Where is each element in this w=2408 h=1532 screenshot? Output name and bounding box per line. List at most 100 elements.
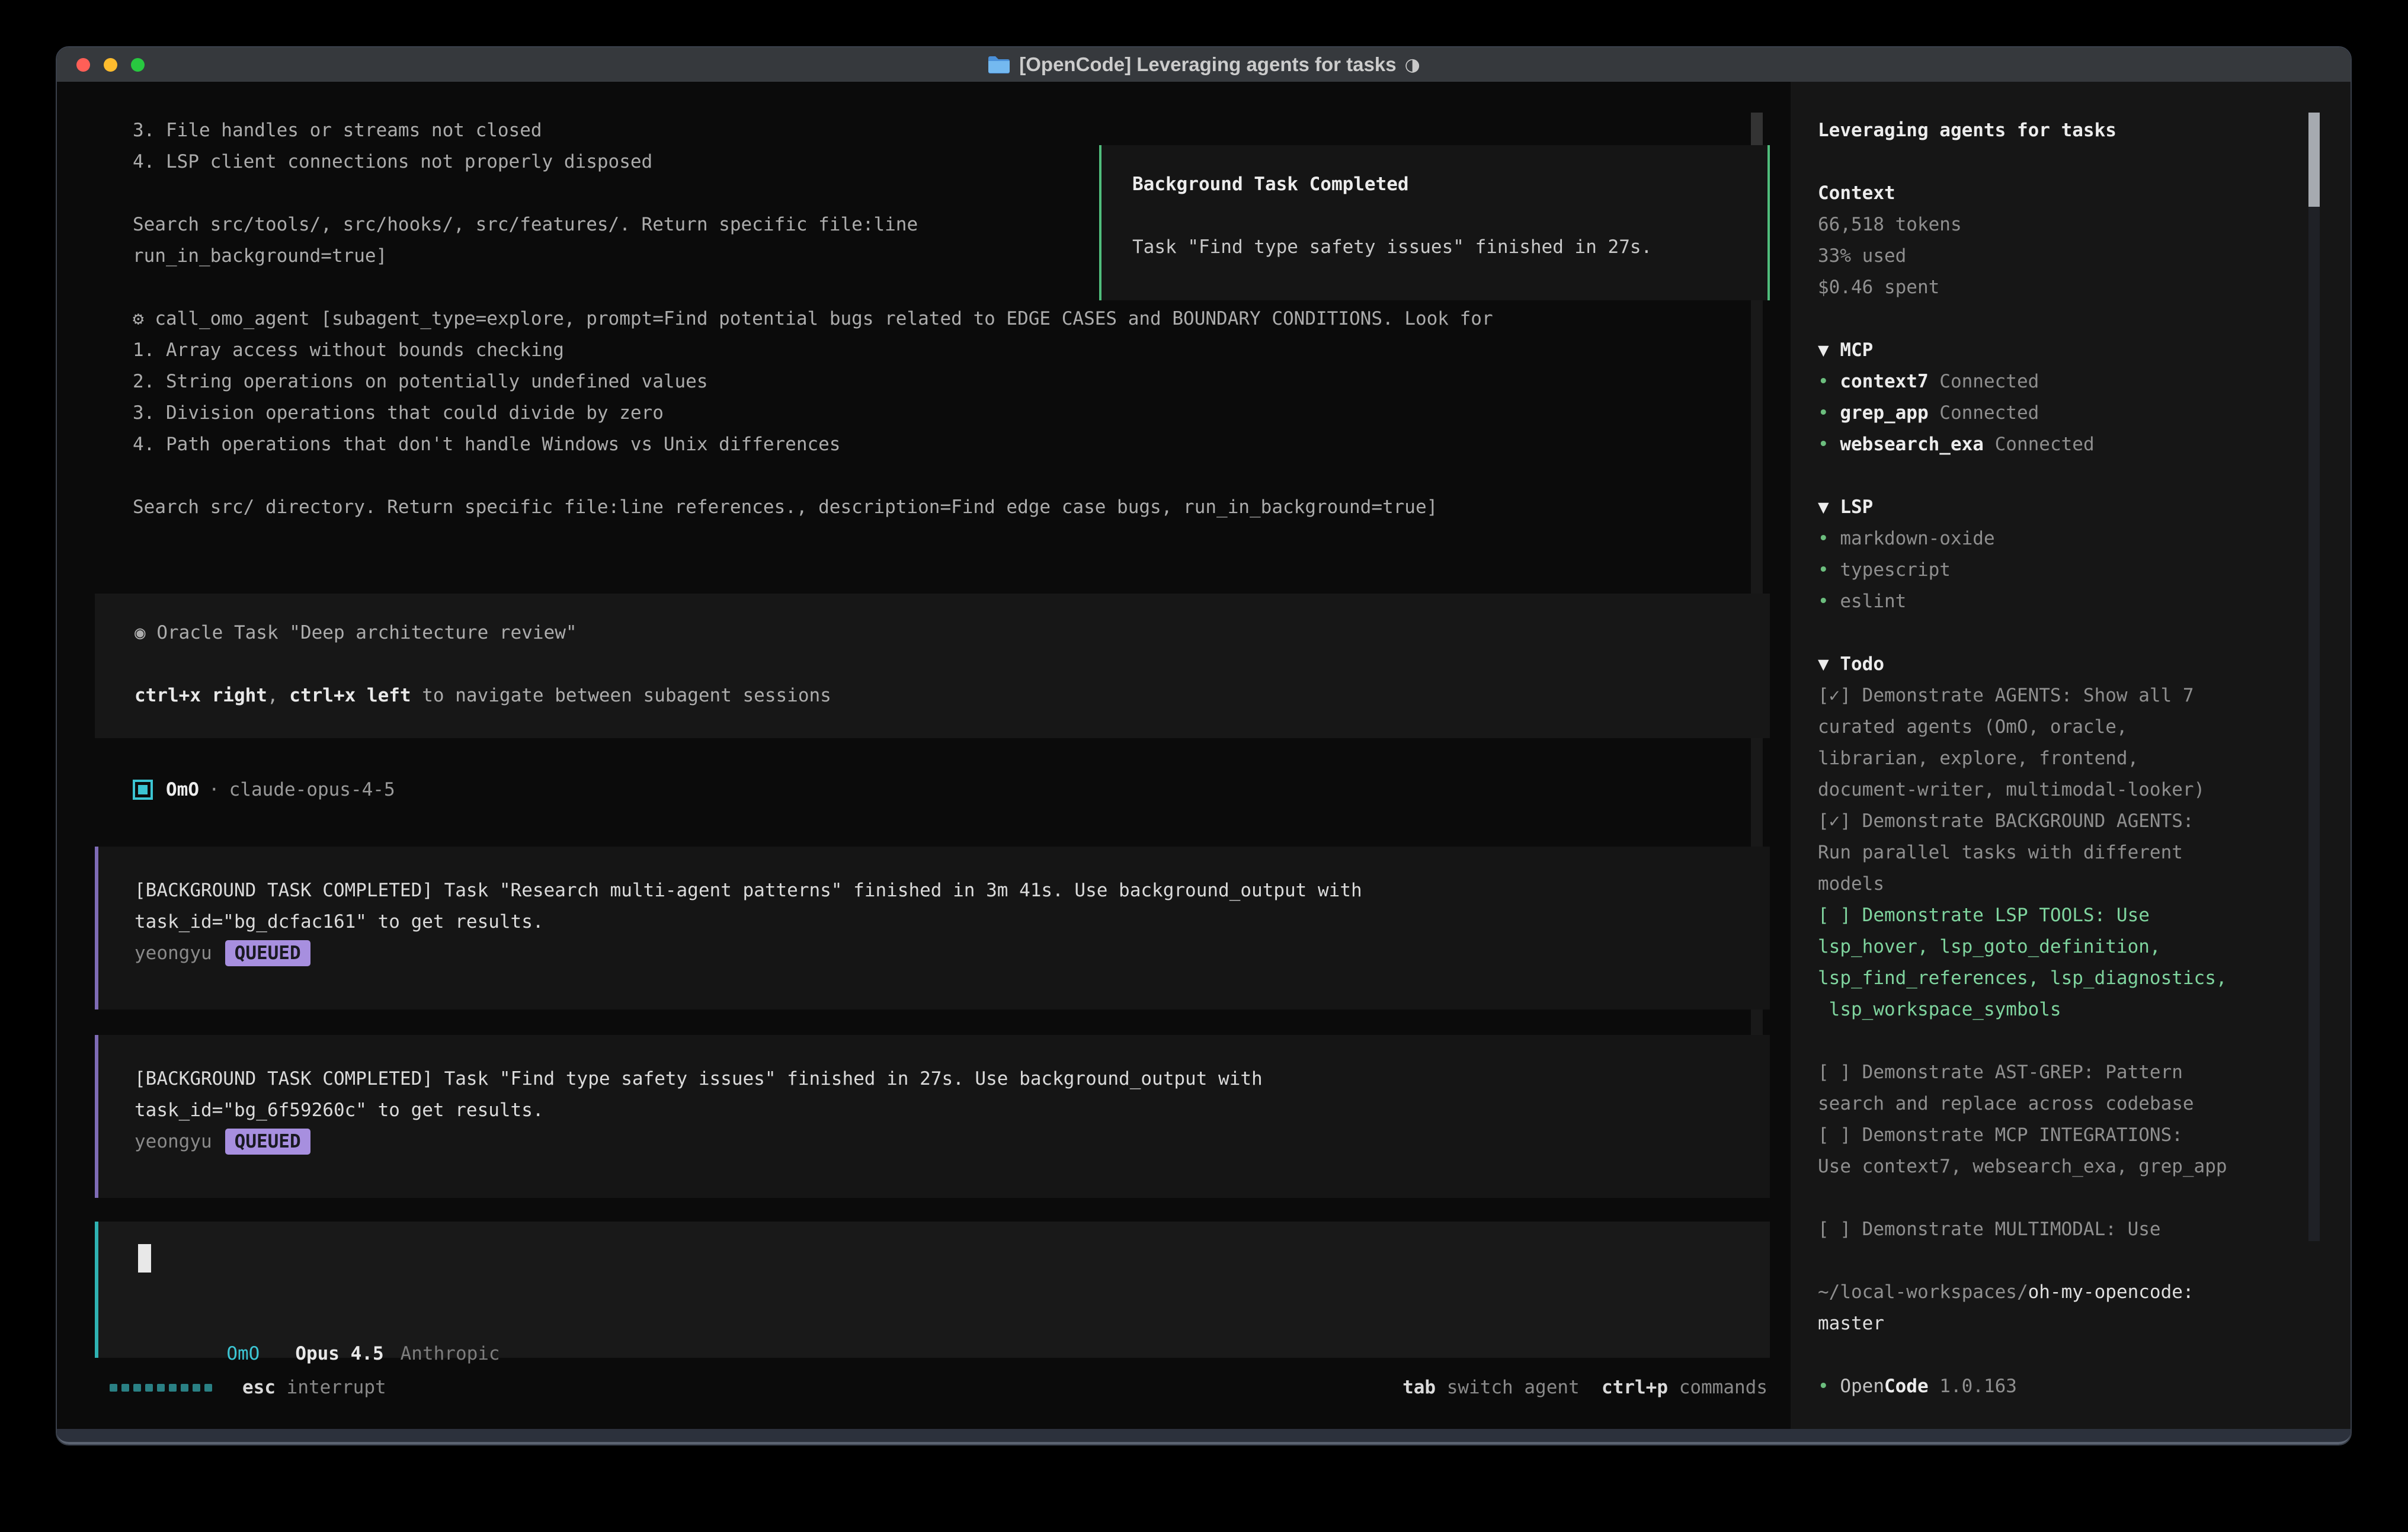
text-line: Run parallel tasks with different (1818, 837, 2327, 868)
session-busy-spinner-icon: ◑ (1405, 55, 1420, 75)
sidebar-content: Leveraging agents for tasks Context66,51… (1818, 115, 2327, 1402)
window-title: [OpenCode] Leveraging agents for tasks (1019, 53, 1396, 76)
text-line: • typescript (1818, 555, 2327, 586)
text-line: [ ] Demonstrate LSP TOOLS: Use (1818, 900, 2327, 931)
text-line (1818, 1245, 2327, 1277)
minimize-window-button[interactable] (104, 58, 117, 72)
desktop: { "titlebar": { "title": "[OpenCode] Lev… (0, 0, 2408, 1532)
working-dot-icon (169, 1384, 177, 1392)
text-line: • eslint (1818, 586, 2327, 617)
working-dot-icon (145, 1384, 153, 1392)
text-line (1818, 1025, 2327, 1057)
text-line: librarian, explore, frontend, (1818, 743, 2327, 774)
text-line: ▼ Todo (1818, 649, 2327, 680)
prompt-input[interactable]: OmOOpus 4.5Anthropic (95, 1222, 1770, 1358)
folder-icon (987, 55, 1011, 75)
input-model-label: Opus 4.5 (295, 1343, 383, 1364)
text-line: • websearch_exa Connected (1818, 429, 2327, 460)
input-provider-label: Anthropic (401, 1343, 500, 1364)
message-line: task_id="bg_dcfac161" to get results. (135, 906, 1770, 938)
agent-header: OmO · claude-opus-4-5 (133, 774, 395, 805)
text-line (1818, 1182, 2327, 1214)
titlebar[interactable]: [OpenCode] Leveraging agents for tasks ◑ (57, 47, 2351, 83)
text-line: ctrl+x right, ctrl+x left to navigate be… (135, 680, 1770, 711)
text-line: ◉ Oracle Task "Deep architecture review" (135, 617, 1770, 649)
working-dot-icon (193, 1384, 200, 1392)
esc-key-label (276, 1377, 287, 1398)
text-line: lsp_find_references, lsp_diagnostics, (1818, 963, 2327, 994)
chat-scrollbar-thumb-top[interactable] (1751, 113, 1763, 147)
text-line (133, 460, 1493, 492)
text-line: document-writer, multimodal-looker) (1818, 774, 2327, 806)
zoom-window-button[interactable] (131, 58, 145, 72)
text-line: [✓] Demonstrate AGENTS: Show all 7 (1818, 680, 2327, 711)
status-bar: esc interrupt tab switch agent ctrl+p co… (57, 1372, 1791, 1403)
window-bottom-bar (57, 1429, 2351, 1444)
text-line: 3. Division operations that could divide… (133, 398, 1493, 429)
working-dot-icon (110, 1384, 117, 1392)
text-line: 4. Path operations that don't handle Win… (133, 429, 1493, 460)
text-line: [✓] Demonstrate BACKGROUND AGENTS: (1818, 806, 2327, 837)
text-line: 66,518 tokens (1818, 209, 2327, 241)
background-task-message: [BACKGROUND TASK COMPLETED] Task "Resear… (95, 847, 1770, 1009)
text-line (1818, 460, 2327, 492)
chat-pane: 3. File handles or streams not closed 4. … (57, 82, 1791, 1431)
text-line: Leveraging agents for tasks (1818, 115, 2327, 146)
text-line: Use context7, websearch_exa, grep_app (1818, 1151, 2327, 1182)
working-dot-icon (157, 1384, 165, 1392)
esc-key-hint: esc (242, 1377, 276, 1398)
sidebar-scrollbar-thumb[interactable] (2308, 113, 2320, 207)
text-line (1818, 1339, 2327, 1371)
message-author: yeongyu (135, 1131, 212, 1152)
text-line: models (1818, 868, 2327, 900)
text-line: • context7 Connected (1818, 366, 2327, 398)
text-line: 3. File handles or streams not closed (133, 115, 1493, 146)
background-task-toast: Background Task Completed Task "Find typ… (1099, 145, 1770, 300)
toast-title: Background Task Completed (1132, 169, 1767, 200)
text-line (1818, 146, 2327, 178)
toast-body: Task "Find type safety issues" finished … (1132, 232, 1767, 263)
text-line: • markdown-oxide (1818, 523, 2327, 555)
text-line: lsp_workspace_symbols (1818, 994, 2327, 1025)
text-line: $0.46 spent (1818, 272, 2327, 303)
queued-badge: QUEUED (225, 1129, 310, 1155)
text-line: 1. Array access without bounds checking (133, 335, 1493, 366)
text-line: [ ] Demonstrate AST-GREP: Pattern (1818, 1057, 2327, 1088)
ctrlp-key-hint: ctrl+p (1602, 1377, 1668, 1398)
text-line: master (1818, 1308, 2327, 1339)
message-line: [BACKGROUND TASK COMPLETED] Task "Resear… (135, 875, 1770, 906)
window-title-group: [OpenCode] Leveraging agents for tasks ◑ (987, 53, 1420, 76)
text-line: [ ] Demonstrate MCP INTEGRATIONS: (1818, 1120, 2327, 1151)
agent-model: claude-opus-4-5 (229, 779, 395, 800)
input-agent-label: OmO (226, 1343, 260, 1364)
text-line: Context (1818, 178, 2327, 209)
oracle-task-box: ◉ Oracle Task "Deep architecture review"… (95, 594, 1770, 738)
text-line (1818, 303, 2327, 335)
message-line: [BACKGROUND TASK COMPLETED] Task "Find t… (135, 1063, 1770, 1095)
message-author: yeongyu (135, 943, 212, 964)
queued-badge: QUEUED (225, 940, 310, 966)
close-window-button[interactable] (76, 58, 90, 72)
text-line: ~/local-workspaces/oh-my-opencode: (1818, 1277, 2327, 1308)
text-line: ⚙ call_omo_agent [subagent_type=explore,… (133, 303, 1493, 335)
text-line: ▼ LSP (1818, 492, 2327, 523)
text-line: • OpenCode 1.0.163 (1818, 1371, 2327, 1402)
tab-key-label: switch agent (1447, 1377, 1580, 1398)
session-sidebar: Leveraging agents for tasks Context66,51… (1791, 82, 2352, 1431)
text-line (1818, 617, 2327, 649)
working-dot-icon (121, 1384, 129, 1392)
sidebar-scrollbar-track[interactable] (2308, 113, 2320, 1241)
terminal-window: [OpenCode] Leveraging agents for tasks ◑… (56, 46, 2352, 1446)
omo-agent-icon (133, 780, 153, 800)
text-line: • grep_app Connected (1818, 398, 2327, 429)
text-line: [ ] Demonstrate MULTIMODAL: Use (1818, 1214, 2327, 1245)
text-line: ▼ MCP (1818, 335, 2327, 366)
working-dot-icon (204, 1384, 212, 1392)
text-line (135, 649, 1770, 680)
text-line: curated agents (OmO, oracle, (1818, 711, 2327, 743)
text-cursor (138, 1244, 151, 1273)
message-line: task_id="bg_6f59260c" to get results. (135, 1095, 1770, 1126)
text-line: Search src/ directory. Return specific f… (133, 492, 1493, 523)
working-indicator-dots (110, 1372, 216, 1403)
tab-key-hint: tab (1402, 1377, 1436, 1398)
